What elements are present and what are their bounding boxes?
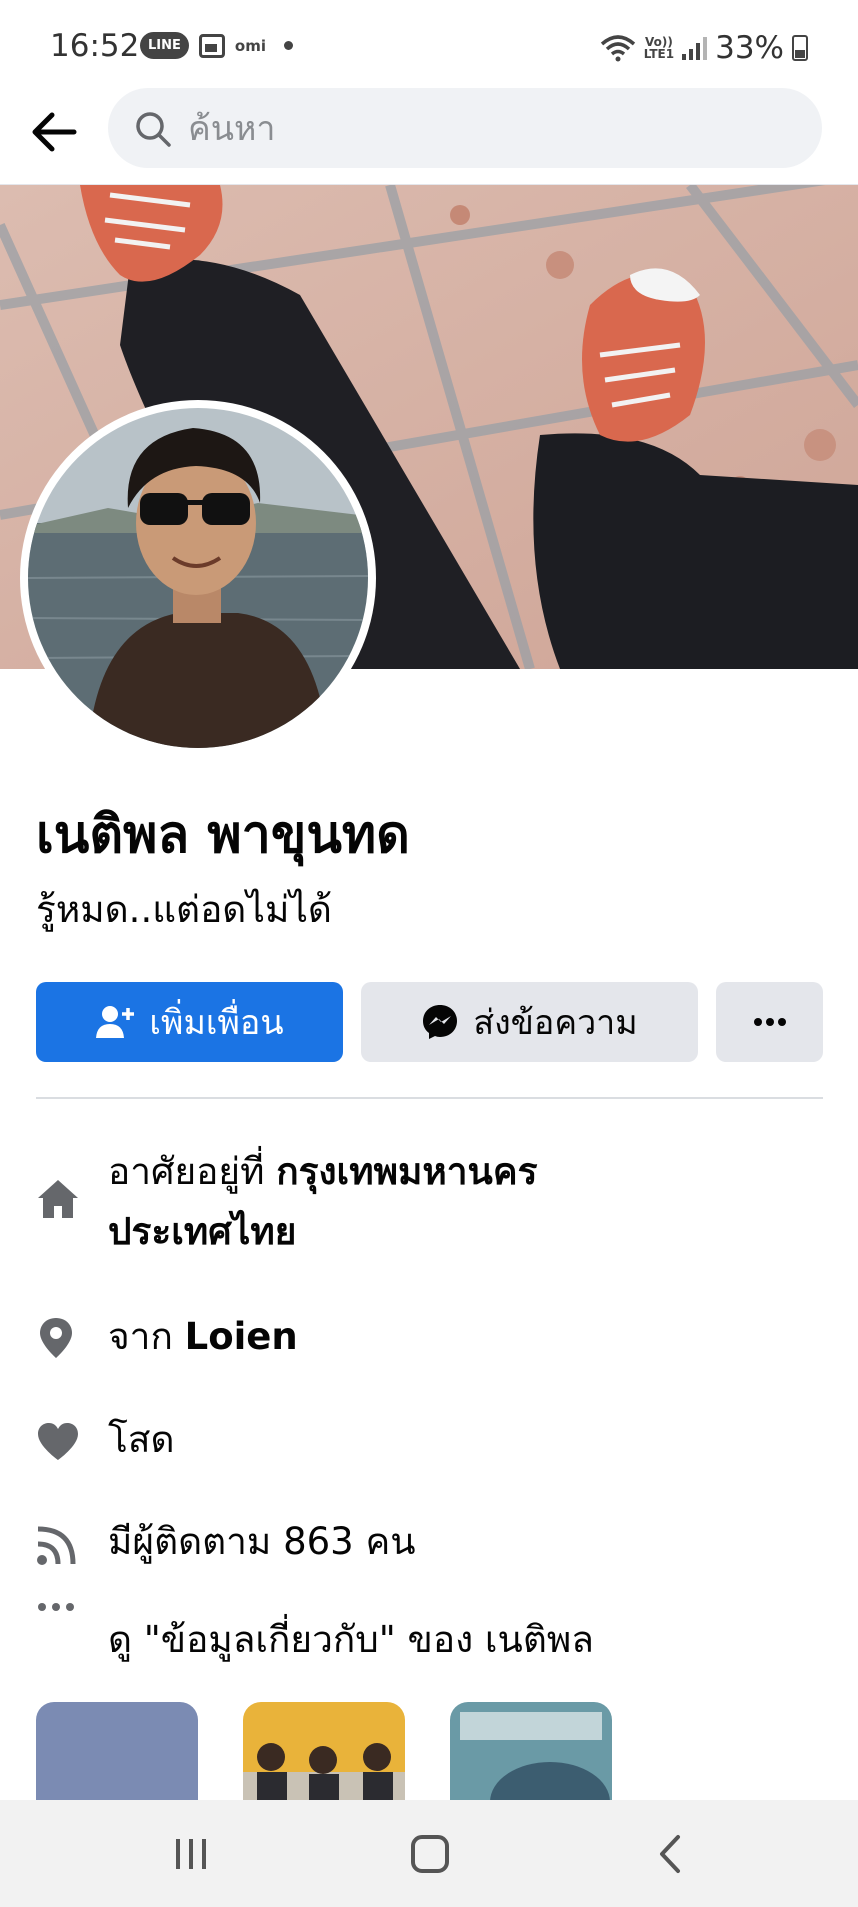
pin-icon	[36, 1316, 108, 1360]
search-input[interactable]	[186, 88, 790, 170]
add-friend-label: เพิ่มเพื่อน	[149, 1003, 284, 1043]
from-prefix: จาก	[108, 1315, 185, 1358]
recent-apps-icon	[176, 1839, 206, 1869]
back-button[interactable]	[28, 106, 80, 158]
line-icon: LINE	[140, 32, 189, 59]
profile-name: เนติพล พาขุนทด	[36, 805, 410, 865]
battery-percent: 33%	[715, 30, 784, 66]
recent-apps-button[interactable]	[146, 1824, 236, 1884]
more-options-button[interactable]	[716, 982, 823, 1062]
search-icon	[136, 112, 171, 147]
message-label: ส่งข้อความ	[473, 1003, 638, 1043]
battery-icon	[792, 35, 808, 61]
wifi-icon	[600, 35, 635, 62]
ellipsis-icon	[753, 1018, 786, 1026]
heart-icon	[36, 1422, 108, 1462]
avatar	[28, 408, 368, 748]
clock: 16:52	[50, 28, 140, 64]
system-back-button[interactable]	[625, 1824, 715, 1884]
gallery-icon	[198, 33, 225, 58]
lives-in-city[interactable]: กรุงเทพมหานคร	[276, 1150, 537, 1193]
avatar-image	[28, 408, 368, 748]
rss-icon	[36, 1524, 108, 1566]
arrow-left-icon	[32, 112, 77, 152]
ellipsis-icon	[36, 1602, 108, 1612]
profile-bio: รู้หมด..แต่อดไม่ได้	[36, 888, 332, 931]
home-button[interactable]	[385, 1824, 475, 1884]
see-about-link[interactable]: ดู "ข้อมูลเกี่ยวกับ" ของ เนติพล	[108, 1610, 594, 1670]
relationship-status: โสด	[108, 1418, 175, 1461]
see-about-row[interactable]: ดู "ข้อมูลเกี่ยวกับ" ของ เนติพล	[36, 1603, 594, 1670]
lives-in-prefix: อาศัยอยู่ที่	[108, 1150, 277, 1193]
from-row: จาก Loien	[36, 1307, 298, 1367]
home-icon	[36, 1178, 108, 1220]
messenger-icon	[421, 1003, 459, 1041]
notification-icons: LINE omi	[140, 32, 293, 59]
home-square-icon	[411, 1835, 449, 1873]
search-bar[interactable]	[108, 88, 822, 170]
system-navigation-bar	[0, 1800, 858, 1907]
lives-in-row: อาศัยอยู่ที่ กรุงเทพมหานคร ประเทศไทย	[36, 1142, 537, 1262]
top-bar	[0, 80, 858, 186]
relationship-row: โสด	[36, 1410, 174, 1470]
more-notifications-icon	[283, 41, 293, 50]
add-person-icon	[95, 1004, 135, 1040]
message-button[interactable]: ส่งข้อความ	[361, 982, 698, 1062]
lte-icon: Vo)) LTE1	[643, 35, 675, 61]
system-icons: Vo)) LTE1 33%	[600, 30, 808, 66]
section-divider	[36, 1097, 823, 1099]
followers-row: มีผู้ติดตาม 863 คน	[36, 1512, 416, 1572]
omi-icon: omi	[234, 36, 266, 55]
profile-picture[interactable]	[20, 400, 376, 756]
chevron-left-icon	[660, 1835, 680, 1873]
signal-icon	[682, 36, 708, 60]
status-bar: 16:52 LINE omi Vo)) LTE1 33%	[0, 0, 858, 90]
lives-in-country[interactable]: ประเทศไทย	[108, 1210, 296, 1253]
from-place[interactable]: Loien	[185, 1315, 298, 1358]
followers-count[interactable]: มีผู้ติดตาม 863 คน	[108, 1512, 416, 1572]
add-friend-button[interactable]: เพิ่มเพื่อน	[36, 982, 343, 1062]
